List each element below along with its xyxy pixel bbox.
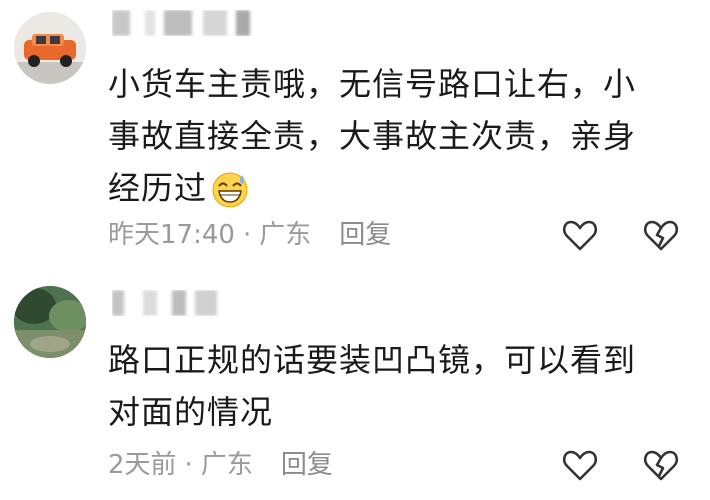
- meta-separator: ·: [184, 450, 193, 480]
- broken-heart-icon: [643, 220, 679, 251]
- meta-separator: ·: [242, 220, 252, 250]
- comment-meta: 2天前 · 广东 回复: [108, 447, 333, 483]
- heart-outline-icon: [562, 220, 598, 251]
- comment-text-line: 经历过: [108, 162, 698, 214]
- reply-button[interactable]: 回复: [339, 220, 391, 250]
- broken-heart-icon: [643, 450, 679, 481]
- orange-car-avatar-image: [14, 12, 86, 84]
- like-button[interactable]: [561, 446, 599, 484]
- comment-text-line: 路口正规的话要装凹凸镜，可以看到: [108, 341, 637, 379]
- avatar[interactable]: [14, 286, 86, 358]
- username-blurred[interactable]: [112, 290, 232, 316]
- comment-location: 广东: [259, 220, 312, 250]
- comment-text: 路口正规的话要装凹凸镜，可以看到 对面的情况: [108, 334, 698, 438]
- comment-time: 昨天17:40: [108, 220, 235, 250]
- grinning-sweat-emoji-icon: [211, 171, 249, 209]
- comment-text-line: 对面的情况: [108, 393, 274, 431]
- dislike-button[interactable]: [642, 446, 680, 484]
- avatar[interactable]: [14, 12, 86, 84]
- dislike-button[interactable]: [642, 216, 680, 254]
- comment-text-line: 小货车主责哦，无信号路口让右，小: [108, 65, 637, 103]
- username-blurred[interactable]: [112, 10, 262, 36]
- comment-text-line-part: 经历过: [108, 169, 208, 207]
- comment-text: 小货车主责哦，无信号路口让右，小 事故直接全责，大事故主次责，亲身 经历过: [108, 58, 698, 214]
- landscape-avatar-image: [14, 286, 86, 358]
- reply-button[interactable]: 回复: [281, 450, 333, 480]
- comment-location: 广东: [200, 450, 253, 480]
- comment-time: 2天前: [108, 450, 177, 480]
- like-button[interactable]: [561, 216, 599, 254]
- comment-text-line: 事故直接全责，大事故主次责，亲身: [108, 117, 637, 155]
- heart-outline-icon: [562, 450, 598, 481]
- comment-meta: 昨天17:40 · 广东 回复: [108, 217, 391, 253]
